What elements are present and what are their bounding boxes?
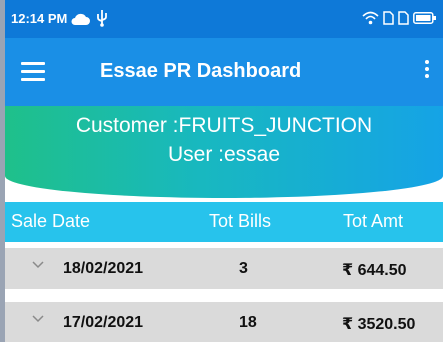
column-header-tot-amt: Tot Amt <box>343 211 404 231</box>
more-vert-icon[interactable] <box>417 60 437 84</box>
status-icons <box>362 11 437 25</box>
chevron-down-icon[interactable] <box>32 261 44 269</box>
battery-icon <box>413 12 436 24</box>
row-tot-amt: ₹ 3520.50 <box>342 316 416 333</box>
chevron-down-icon[interactable] <box>32 315 44 323</box>
column-header-tot-bills: Tot Bills <box>209 211 272 231</box>
row-tot-bills: 18 <box>239 314 257 331</box>
row-tot-bills: 3 <box>239 260 248 277</box>
row-sale-date: 18/02/2021 <box>63 260 144 277</box>
table-header: Sale Date Tot Bills Tot Amt <box>5 202 443 242</box>
status-bar: 12:14 PM <box>5 0 443 38</box>
table-row[interactable]: 18/02/2021 3 ₹ 644.50 <box>5 248 443 289</box>
wifi-icon <box>362 11 379 25</box>
sim-icon-2 <box>398 11 409 25</box>
app-bar: Essae PR Dashboard <box>5 38 443 106</box>
user-name: User :essae <box>167 143 281 166</box>
phone-screen: 12:14 PM Essae PR Dashboard Customer:FR… <box>5 0 443 342</box>
table-row[interactable]: 17/02/2021 18 ₹ 3520.50 <box>5 302 443 342</box>
row-sale-date: 17/02/2021 <box>63 314 144 331</box>
sim-icon <box>383 11 394 25</box>
usb-icon <box>97 10 107 27</box>
menu-icon[interactable] <box>21 62 45 82</box>
column-header-sale-date: Sale Date <box>11 211 91 231</box>
customer-name: Customer :FRUITS_JUNCTION <box>75 114 373 137</box>
customer-header: Customer :FRUITS_JUNCTION User :essae <box>5 106 443 198</box>
cloud-icon <box>71 13 90 25</box>
row-tot-amt: ₹ 644.50 <box>342 262 407 279</box>
app-title: Essae PR Dashboard <box>100 60 302 82</box>
status-time: 12:14 PM <box>11 11 68 26</box>
